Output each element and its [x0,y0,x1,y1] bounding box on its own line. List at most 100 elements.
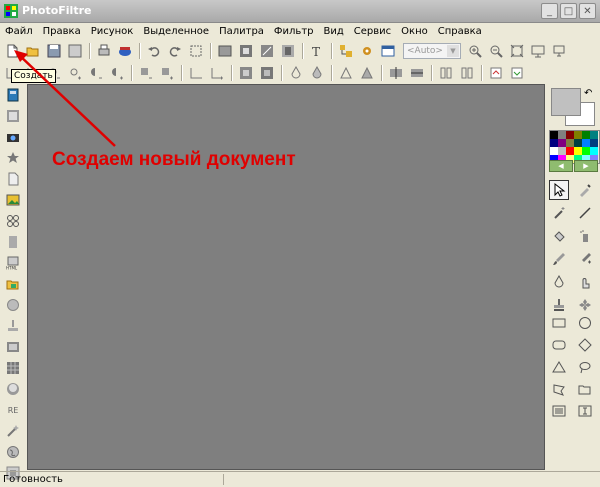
menu-view[interactable]: Вид [319,26,349,37]
swap-colors-icon[interactable]: ↶ [584,88,592,99]
line-tool[interactable] [575,203,595,223]
image-button[interactable] [2,190,24,210]
menu-image[interactable]: Рисунок [86,26,139,37]
redo-button[interactable] [165,42,185,60]
stamp-button[interactable] [2,316,24,336]
import-button[interactable] [507,64,527,82]
page-button[interactable] [2,169,24,189]
palette-swatch[interactable] [590,139,598,147]
brightness-up-button[interactable] [65,64,85,82]
palette-swatch[interactable] [566,131,574,139]
crop-button[interactable] [186,42,206,60]
palette-swatch[interactable] [574,131,582,139]
fill-tool[interactable] [549,226,569,246]
close-document-button[interactable] [65,42,85,60]
palette-swatch[interactable] [590,147,598,155]
palette-swatch[interactable] [574,139,582,147]
menu-help[interactable]: Справка [433,26,487,37]
color-palette[interactable] [549,130,600,164]
gamma-up-button[interactable] [207,64,227,82]
print-button[interactable] [94,42,114,60]
rotate-right-button[interactable] [457,64,477,82]
saturation-up-button[interactable] [157,64,177,82]
close-button[interactable]: ✕ [579,3,596,19]
palette-swatch[interactable] [574,147,582,155]
save-button[interactable] [44,42,64,60]
workspace-canvas[interactable] [27,84,545,470]
palette-swatch[interactable] [550,131,558,139]
actual-size-button[interactable] [507,42,527,60]
texture-button[interactable] [2,232,24,252]
new-document-button[interactable] [2,42,22,60]
flip-horizontal-button[interactable] [386,64,406,82]
palette-next-button[interactable]: ▶ [574,160,598,172]
maximize-button[interactable]: □ [560,3,577,19]
contrast-up-button[interactable] [107,64,127,82]
star-button[interactable] [2,148,24,168]
triangle-shape-tool[interactable] [549,358,569,376]
rounded-rectangle-shape-tool[interactable] [549,336,569,354]
automatic-crop-button[interactable] [278,42,298,60]
brush-tool[interactable] [549,249,569,269]
palette-swatch[interactable] [590,131,598,139]
minimize-button[interactable]: _ [541,3,558,19]
pattern-stamp-tool[interactable] [575,295,595,315]
advanced-brush-tool[interactable] [575,249,595,269]
antique-button[interactable] [257,64,277,82]
red-eye-button[interactable]: RE [2,400,24,420]
batch-button[interactable] [378,42,398,60]
magic-wand-tool[interactable] [549,203,569,223]
text-align-tool[interactable] [549,402,569,420]
palette-swatch[interactable] [558,131,566,139]
button-effect-button[interactable] [2,379,24,399]
contrast-down-button[interactable] [86,64,106,82]
flip-vertical-button[interactable] [407,64,427,82]
undo-button[interactable] [144,42,164,60]
frame-button[interactable] [2,106,24,126]
blur-tool[interactable] [549,272,569,292]
menu-file[interactable]: Файл [0,26,38,37]
spray-tool[interactable] [575,226,595,246]
palette-swatch[interactable] [566,147,574,155]
menu-palette[interactable]: Палитра [214,26,269,37]
emboss-button[interactable] [336,64,356,82]
transform-button[interactable] [257,42,277,60]
scan-button[interactable] [115,42,135,60]
menu-tools[interactable]: Сервис [349,26,396,37]
clone-stamp-tool[interactable] [549,295,569,315]
rotate-left-button[interactable] [436,64,456,82]
smudge-tool[interactable] [575,272,595,292]
mosaic-button[interactable] [2,358,24,378]
globe-button[interactable] [2,442,24,462]
palette-swatch[interactable] [582,131,590,139]
plugins-button[interactable] [357,42,377,60]
open-image-button[interactable] [2,274,24,294]
film-button[interactable] [2,337,24,357]
menu-selection[interactable]: Выделенное [138,26,214,37]
palette-swatch[interactable] [566,139,574,147]
sharpen-button[interactable] [307,64,327,82]
fit-window-button[interactable] [528,42,548,60]
sphere-button[interactable] [2,295,24,315]
saturation-down-button[interactable] [136,64,156,82]
zoom-out-button[interactable] [486,42,506,60]
polygon-shape-tool[interactable] [549,380,569,398]
text-cursor-tool[interactable] [575,402,595,420]
wizard-button[interactable] [2,421,24,441]
ellipse-shape-tool[interactable] [575,314,595,332]
calculator-button[interactable] [2,85,24,105]
text-button[interactable]: T [307,42,327,60]
palette-swatch[interactable] [558,147,566,155]
diamond-shape-tool[interactable] [575,336,595,354]
full-screen-button[interactable] [549,42,569,60]
grayscale-button[interactable] [236,64,256,82]
open-selection-tool[interactable] [575,380,595,398]
palette-swatch[interactable] [582,147,590,155]
contour-button[interactable] [357,64,377,82]
blur-button[interactable] [286,64,306,82]
palette-prev-button[interactable]: ◀ [549,160,573,172]
open-button[interactable] [23,42,43,60]
selection-tool[interactable] [549,180,569,200]
canvas-size-button[interactable] [236,42,256,60]
lasso-shape-tool[interactable] [575,358,595,376]
